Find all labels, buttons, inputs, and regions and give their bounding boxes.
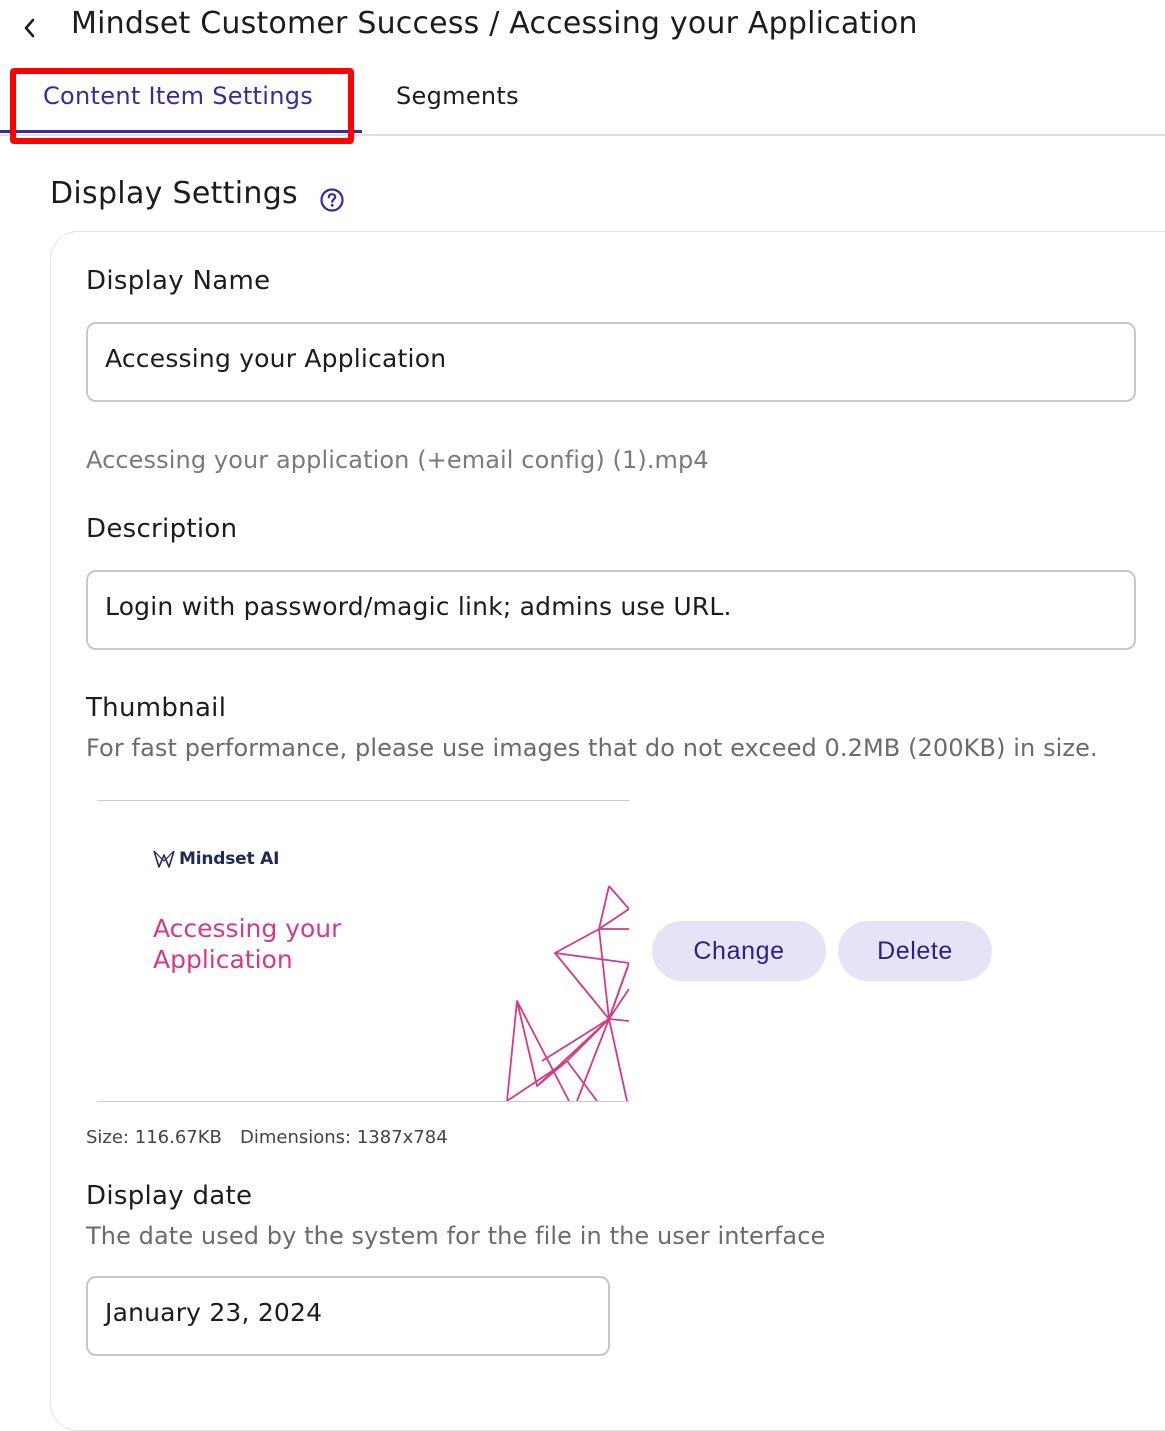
- display-name-label: Display Name: [86, 266, 271, 296]
- network-graphic-icon: [506, 885, 629, 1101]
- display-date-label: Display date: [86, 1181, 253, 1211]
- description-input[interactable]: Login with password/magic link; admins u…: [86, 570, 1136, 650]
- section-title: Display Settings: [50, 176, 298, 211]
- display-date-helper: The date used by the system for the file…: [86, 1222, 826, 1250]
- mindset-logo-icon: [153, 850, 175, 868]
- thumbnail-preview: Mindset AI Accessing your Application: [97, 800, 629, 1102]
- display-name-value: Accessing your Application: [105, 344, 447, 373]
- source-file-name: Accessing your application (+email confi…: [86, 446, 709, 474]
- thumbnail-title-line1: Accessing your: [153, 914, 342, 943]
- thumbnail-helper: For fast performance, please use images …: [86, 734, 1098, 762]
- thumbnail-logo: Mindset AI: [153, 849, 279, 869]
- page-title: Mindset Customer Success / Accessing you…: [71, 6, 918, 41]
- description-label: Description: [86, 514, 238, 544]
- display-name-input[interactable]: Accessing your Application: [86, 322, 1136, 402]
- active-tab-indicator: [0, 130, 362, 133]
- chevron-left-icon: [24, 18, 35, 38]
- thumbnail-dimensions: Dimensions: 1387x784: [240, 1127, 448, 1148]
- change-thumbnail-button[interactable]: Change: [652, 921, 826, 981]
- thumbnail-logo-text: Mindset AI: [179, 849, 280, 869]
- delete-thumbnail-button[interactable]: Delete: [838, 921, 992, 981]
- thumbnail-size: Size: 116.67KB: [86, 1127, 222, 1148]
- thumbnail-title: Accessing your Application: [153, 913, 433, 975]
- thumbnail-label: Thumbnail: [86, 693, 227, 723]
- page-header: Mindset Customer Success / Accessing you…: [0, 0, 1165, 56]
- help-circle-icon[interactable]: [318, 186, 346, 214]
- description-value: Login with password/magic link; admins u…: [105, 592, 732, 621]
- tab-content-item-settings[interactable]: Content Item Settings: [43, 82, 313, 130]
- display-date-value: January 23, 2024: [105, 1298, 323, 1327]
- display-date-input[interactable]: January 23, 2024: [86, 1276, 610, 1356]
- tab-segments[interactable]: Segments: [396, 82, 519, 130]
- back-button[interactable]: [14, 12, 44, 44]
- tab-bar: Content Item Settings Segments: [0, 64, 1165, 136]
- thumbnail-title-line2: Application: [153, 945, 293, 974]
